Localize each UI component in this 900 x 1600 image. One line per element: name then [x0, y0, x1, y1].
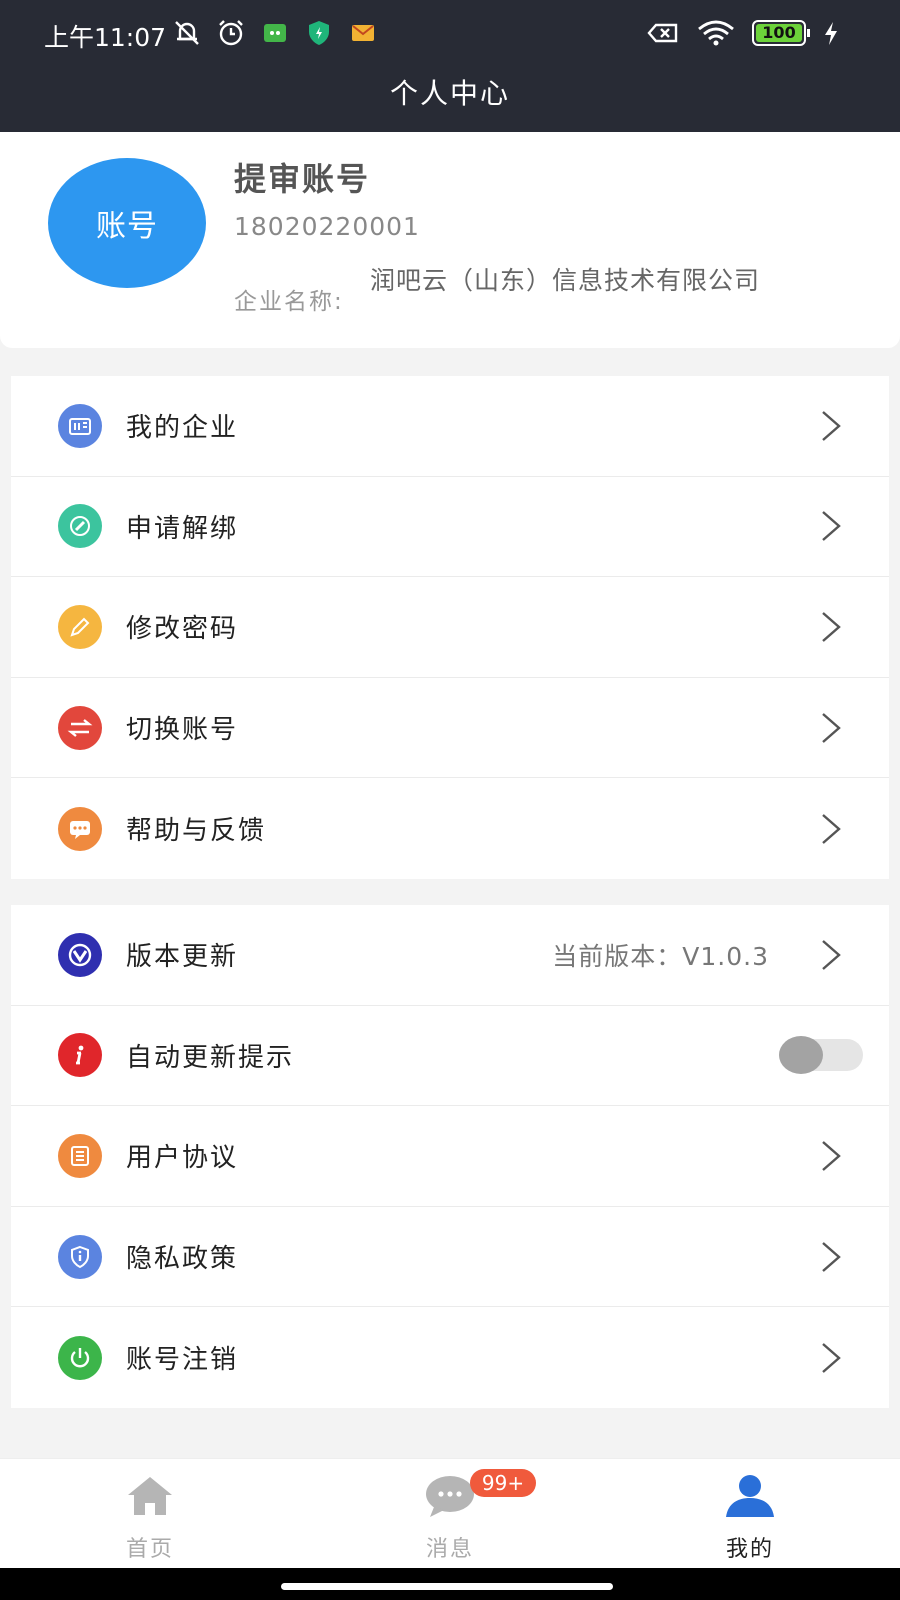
menu-item-label: 账号注销 — [126, 1345, 239, 1376]
status-bar: 上午11:07 100 — [0, 0, 900, 66]
chat-icon — [58, 806, 102, 851]
menu-item-label: 修改密码 — [126, 614, 239, 645]
menu-item-unbind[interactable]: 申请解绑 — [11, 477, 889, 578]
chevron-right-icon — [822, 1141, 841, 1171]
profile-phone: 18020220001 — [234, 212, 420, 241]
chevron-right-icon — [822, 813, 841, 844]
chevron-right-icon — [822, 939, 841, 970]
menu-item-switch-account[interactable]: 切换账号 — [11, 678, 889, 779]
toggle-knob — [779, 1036, 823, 1075]
pencil-icon — [58, 604, 102, 649]
auto-update-toggle[interactable] — [779, 1036, 863, 1075]
building-icon — [58, 403, 102, 448]
tab-messages[interactable]: 99+ 消息 — [300, 1459, 600, 1569]
home-icon — [128, 1477, 172, 1515]
battery-icon: 100 — [752, 20, 810, 46]
mail-notification-icon — [352, 25, 374, 41]
chevron-right-icon — [822, 1342, 841, 1373]
alarm-icon — [219, 20, 243, 46]
tab-label: 首页 — [125, 1537, 174, 1562]
battery-level: 100 — [762, 23, 796, 42]
menu-item-label: 帮助与反馈 — [126, 816, 267, 847]
app-notification-icon — [264, 24, 286, 42]
chevron-right-icon — [822, 712, 841, 743]
menu-item-delete-account[interactable]: 账号注销 — [11, 1307, 889, 1408]
menu-item-auto-update: 自动更新提示 — [11, 1006, 889, 1107]
tab-mine[interactable]: 我的 — [600, 1459, 900, 1569]
chevron-right-icon — [822, 511, 841, 542]
wifi-icon — [698, 20, 734, 46]
menu-item-label: 自动更新提示 — [126, 1042, 295, 1073]
edit-icon — [58, 504, 102, 549]
shield-icon — [58, 1234, 102, 1279]
version-icon — [58, 932, 102, 977]
charging-icon — [825, 22, 837, 45]
tab-label: 我的 — [725, 1537, 774, 1562]
profile-card[interactable]: 账号 提审账号 18020220001 企业名称: 润吧云（山东）信息技术有限公… — [0, 132, 900, 348]
menu-item-help-feedback[interactable]: 帮助与反馈 — [11, 778, 889, 879]
shield-notification-icon — [309, 21, 329, 45]
company-name: 润吧云（山东）信息技术有限公司 — [370, 266, 761, 295]
menu-item-label: 申请解绑 — [126, 513, 239, 544]
no-sim-icon — [647, 23, 678, 43]
tab-home[interactable]: 首页 — [0, 1459, 300, 1569]
status-time: 上午11:07 — [44, 23, 167, 52]
menu-item-label: 隐私政策 — [126, 1244, 239, 1275]
avatar[interactable]: 账号 — [48, 158, 206, 288]
menu-item-label: 我的企业 — [126, 413, 239, 444]
menu-item-user-agreement[interactable]: 用户协议 — [11, 1106, 889, 1207]
menu-item-label: 切换账号 — [126, 715, 239, 746]
menu-group-app: 版本更新 当前版本：V1.0.3 自动更新提示 用户协议 隐私政策 账号注销 — [11, 905, 889, 1408]
profile-name: 提审账号 — [234, 160, 371, 198]
current-version: 当前版本：V1.0.3 — [552, 941, 769, 971]
chevron-right-icon — [822, 410, 841, 441]
menu-item-my-company[interactable]: 我的企业 — [11, 376, 889, 477]
document-icon — [58, 1133, 102, 1178]
status-icons-right: 100 — [646, 18, 840, 48]
info-icon — [58, 1033, 102, 1078]
user-icon — [726, 1475, 774, 1517]
menu-item-label: 版本更新 — [126, 942, 239, 973]
chevron-right-icon — [822, 612, 841, 642]
menu-item-version-update[interactable]: 版本更新 当前版本：V1.0.3 — [11, 905, 889, 1006]
menu-group-account: 我的企业 申请解绑 修改密码 切换账号 帮助与反馈 — [11, 376, 889, 879]
message-icon — [426, 1476, 474, 1517]
swap-icon — [58, 705, 102, 750]
company-label: 企业名称: — [234, 289, 344, 315]
menu-item-label: 用户协议 — [126, 1143, 239, 1174]
home-indicator[interactable] — [281, 1583, 613, 1590]
status-icons-left — [172, 18, 378, 48]
message-badge: 99+ — [470, 1469, 536, 1497]
chevron-right-icon — [822, 1241, 841, 1272]
page-title: 个人中心 — [389, 77, 510, 110]
mute-bell-icon — [175, 21, 199, 45]
menu-item-privacy-policy[interactable]: 隐私政策 — [11, 1207, 889, 1308]
power-icon — [58, 1335, 102, 1380]
app-header: 上午11:07 100 个人中心 — [0, 0, 900, 132]
tab-label: 消息 — [425, 1537, 474, 1562]
bottom-tab-bar: 首页 99+ 消息 我的 — [0, 1458, 900, 1568]
menu-item-change-password[interactable]: 修改密码 — [11, 577, 889, 678]
